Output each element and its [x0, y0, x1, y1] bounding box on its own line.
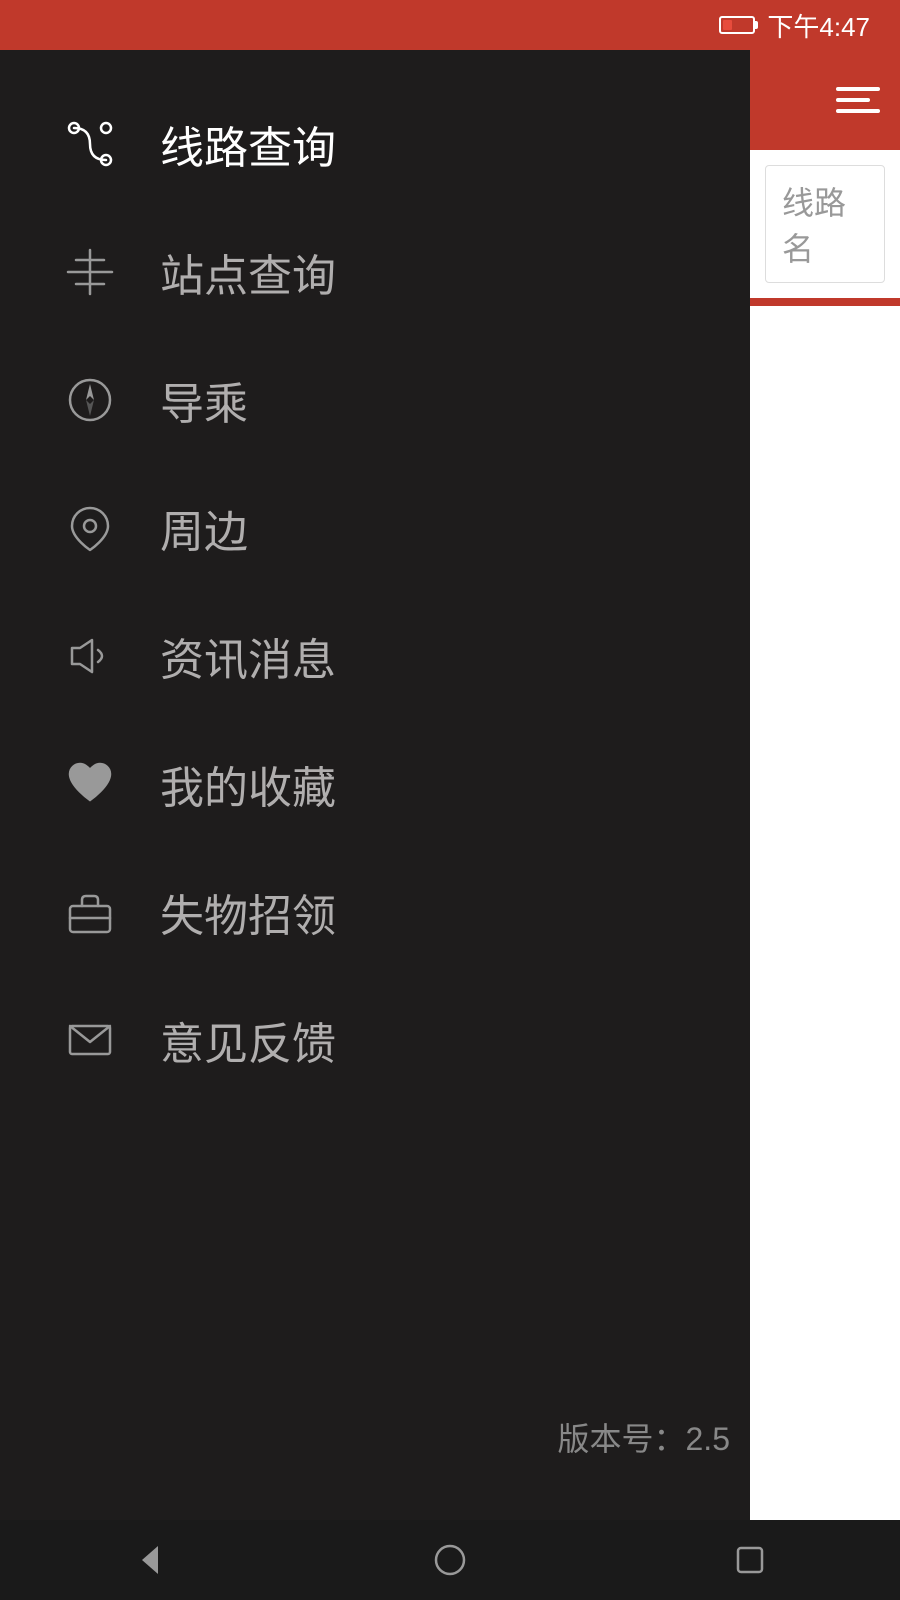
sidebar-label-route-query: 线路查询: [160, 112, 336, 176]
back-button[interactable]: [120, 1530, 180, 1590]
right-panel-search: 线路名: [750, 150, 900, 298]
station-icon: [60, 242, 120, 302]
recent-button[interactable]: [720, 1530, 780, 1590]
menu-button[interactable]: [836, 87, 880, 113]
sidebar-label-navigation: 导乘: [160, 368, 248, 432]
status-bar-right: 下午4:47: [719, 7, 870, 44]
sidebar-label-favorites: 我的收藏: [160, 752, 336, 816]
sidebar-label-station-query: 站点查询: [160, 240, 336, 304]
status-bar: 下午4:47: [0, 0, 900, 50]
sidebar-item-favorites[interactable]: 我的收藏: [0, 720, 750, 848]
sidebar-label-lost-found: 失物招领: [160, 880, 336, 944]
sidebar-item-route-query[interactable]: 线路查询: [0, 80, 750, 208]
route-icon: [60, 114, 120, 174]
red-divider-bar: [750, 298, 900, 306]
nav-bar: [0, 1520, 900, 1600]
sidebar-item-navigation[interactable]: 导乘: [0, 336, 750, 464]
main-container: 线路查询 站点查询: [0, 50, 900, 1520]
sidebar-item-station-query[interactable]: 站点查询: [0, 208, 750, 336]
search-placeholder: 线路名: [782, 185, 846, 267]
battery-icon: [719, 16, 755, 34]
sidebar-item-nearby[interactable]: 周边: [0, 464, 750, 592]
nearby-icon: [60, 498, 120, 558]
sidebar-label-feedback: 意见反馈: [160, 1008, 336, 1072]
feedback-icon: [60, 1010, 120, 1070]
news-icon: [60, 626, 120, 686]
sidebar-label-nearby: 周边: [160, 496, 248, 560]
lost-found-icon: [60, 882, 120, 942]
sidebar-item-news[interactable]: 资讯消息: [0, 592, 750, 720]
status-time: 下午4:47: [767, 7, 870, 44]
right-panel-header: [750, 50, 900, 150]
favorites-icon: [60, 754, 120, 814]
version-text: 版本号：2.5: [558, 1414, 731, 1460]
right-panel: 线路名: [750, 50, 900, 1520]
sidebar-item-lost-found[interactable]: 失物招领: [0, 848, 750, 976]
right-panel-content: [750, 306, 900, 1520]
sidebar-label-news: 资讯消息: [160, 624, 336, 688]
sidebar-item-feedback[interactable]: 意见反馈: [0, 976, 750, 1104]
search-input[interactable]: 线路名: [765, 165, 885, 283]
navigation-icon: [60, 370, 120, 430]
sidebar-drawer: 线路查询 站点查询: [0, 50, 750, 1520]
home-button[interactable]: [420, 1530, 480, 1590]
